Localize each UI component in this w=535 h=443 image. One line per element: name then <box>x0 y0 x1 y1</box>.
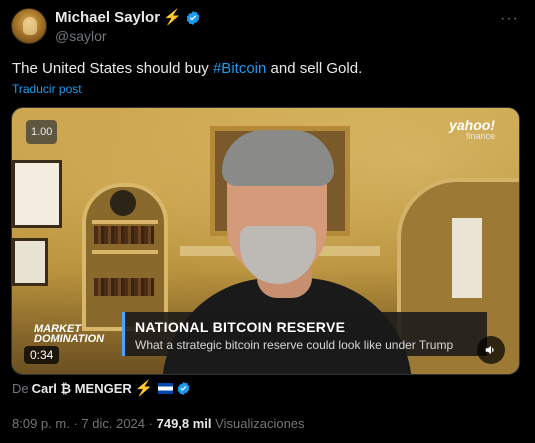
views-count: 749,8 mil <box>156 416 212 431</box>
wall-painting-left <box>12 160 62 228</box>
attribution-prefix: De <box>12 381 29 396</box>
show-logo-line2: DOMINATION <box>34 333 105 345</box>
video-player[interactable]: 1.00 yahoo! finance MARKET DOMINATION NA… <box>11 107 520 375</box>
verified-badge-icon <box>185 10 201 26</box>
brand-sub: finance <box>465 131 495 141</box>
author-avatar[interactable] <box>11 8 47 44</box>
lightning-emoji: ⚡ <box>134 380 154 397</box>
lower-third: NATIONAL BITCOIN RESERVE What a strategi… <box>122 312 487 356</box>
books <box>94 226 154 244</box>
wall-painting-left-small <box>12 238 48 286</box>
author-name-row: Michael Saylor ⚡ <box>55 9 201 26</box>
verified-badge-icon <box>176 381 191 396</box>
person-hair <box>222 130 334 186</box>
views-label: Visualizaciones <box>215 416 305 431</box>
wall-clock <box>110 190 136 216</box>
hashtag-link[interactable]: #Bitcoin <box>213 60 266 77</box>
tweet-text-start: The United States should buy <box>12 60 213 77</box>
lower-third-headline: NATIONAL BITCOIN RESERVE <box>135 319 346 335</box>
author-name[interactable]: Michael Saylor <box>55 9 160 26</box>
el-salvador-flag-icon <box>158 383 174 394</box>
separator: · <box>73 416 78 431</box>
translate-post-link[interactable]: Traducir post <box>12 82 82 96</box>
more-options-icon[interactable]: ··· <box>500 10 519 28</box>
shelf <box>92 220 158 224</box>
playback-speed-button[interactable]: 1.00 <box>26 120 58 144</box>
door <box>452 218 482 298</box>
lightning-emoji: ⚡ <box>163 9 182 26</box>
post-meta: 8:09 p. m. · 7 dic. 2024 · 749,8 mil Vis… <box>12 416 305 431</box>
video-attribution: De Carl ₿ MENGER ⚡ <box>12 381 191 396</box>
attribution-name[interactable]: Carl ₿ MENGER <box>32 381 132 396</box>
post-time[interactable]: 8:09 p. m. <box>12 416 70 431</box>
author-handle[interactable]: @saylor <box>55 28 107 44</box>
yahoo-finance-logo: yahoo! finance <box>449 118 495 141</box>
post-date[interactable]: 7 dic. 2024 <box>81 416 145 431</box>
separator: · <box>148 416 153 431</box>
video-timestamp: 0:34 <box>24 346 60 364</box>
shelf <box>92 250 158 254</box>
show-logo: MARKET DOMINATION <box>34 324 105 345</box>
speaker-icon[interactable] <box>477 336 505 364</box>
lower-third-subline: What a strategic bitcoin reserve could l… <box>135 338 454 352</box>
tweet-text-end: and sell Gold. <box>266 60 363 77</box>
tweet-text: The United States should buy #Bitcoin an… <box>12 60 362 77</box>
books <box>94 278 154 296</box>
